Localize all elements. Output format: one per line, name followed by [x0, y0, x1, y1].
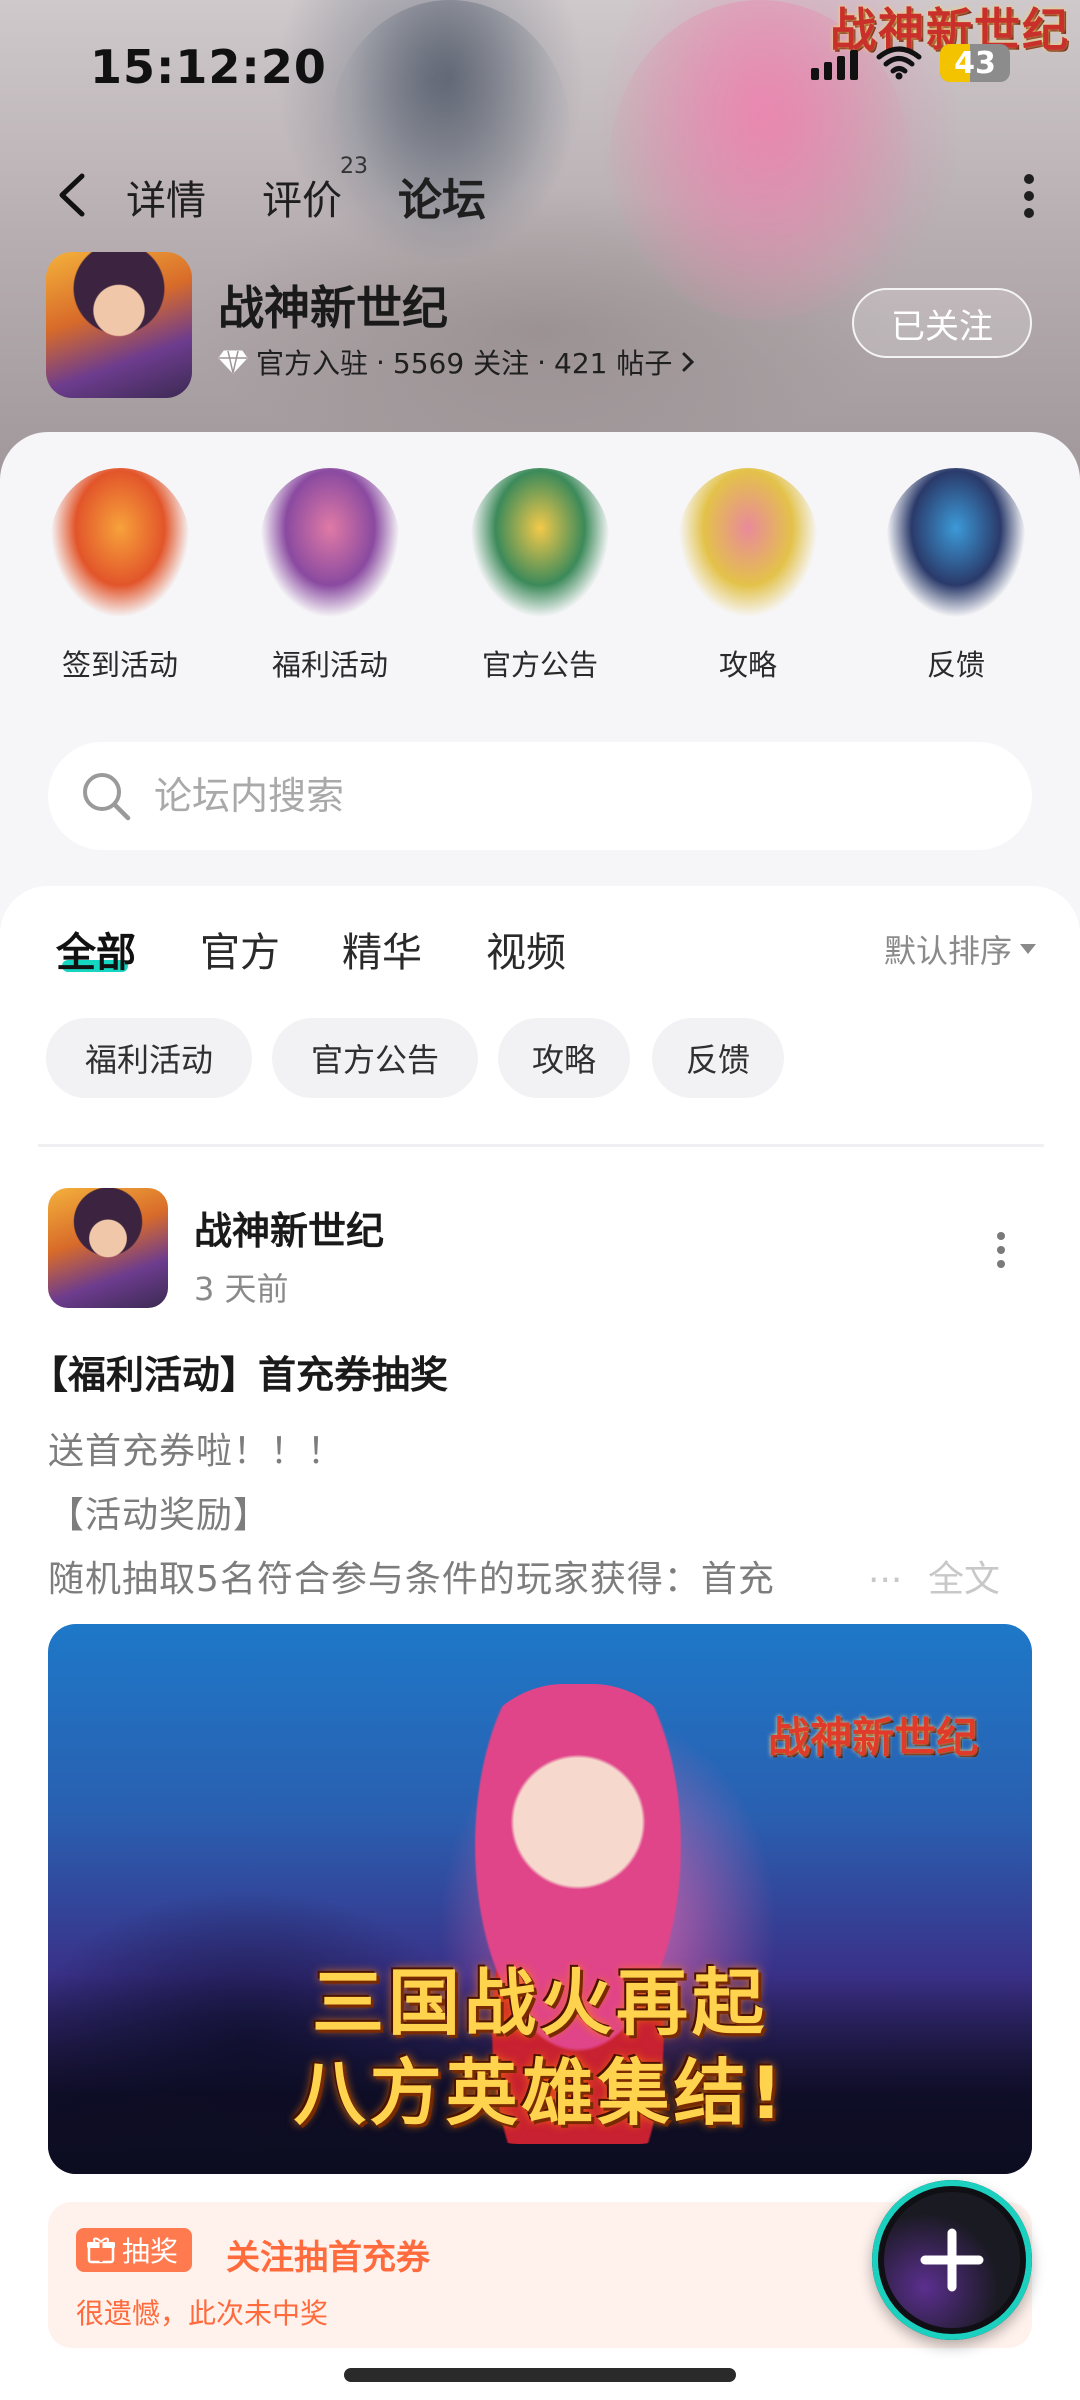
battery-level: 43 [954, 45, 996, 81]
create-post-button-inner [884, 2192, 1020, 2328]
author-avatar[interactable] [48, 1188, 168, 1308]
follow-button[interactable]: 已关注 [852, 288, 1032, 358]
post-banner-image[interactable]: 战神新世纪 三国战火再起 八方英雄集结! [48, 1624, 1032, 2174]
game-icon[interactable] [46, 252, 192, 398]
more-options-icon[interactable] [1024, 174, 1036, 218]
game-name: 战神新世纪 [218, 281, 448, 335]
category-art [886, 468, 1026, 618]
search-input[interactable] [154, 774, 974, 818]
category-art [50, 468, 190, 618]
top-nav: 详情 评价 23 论坛 [0, 154, 1080, 230]
sort-label: 默认排序 [883, 932, 1012, 970]
category-label: 官方公告 [481, 648, 598, 682]
status-icons: 43 [811, 44, 1010, 82]
category-art [678, 468, 818, 618]
feed-tab-official[interactable]: 官方 [200, 920, 280, 978]
banner-logo: 战神新世纪 [768, 1713, 979, 1762]
tab-forum[interactable]: 论坛 [398, 164, 486, 228]
sort-dropdown[interactable]: 默认排序 [884, 926, 1036, 972]
home-indicator [344, 2368, 736, 2382]
lottery-title: 关注抽首充券 [226, 2238, 430, 2278]
category-welfare[interactable]: 福利活动 [250, 468, 410, 684]
divider [38, 1144, 1044, 1147]
diamond-icon [218, 350, 248, 374]
category-row: 签到活动 福利活动 官方公告 攻略 反馈 [0, 468, 1080, 698]
filter-chip-announcement[interactable]: 官方公告 [272, 1018, 478, 1098]
signal-icon [811, 46, 858, 80]
search-icon [83, 773, 131, 821]
back-icon[interactable] [52, 170, 96, 220]
category-signin[interactable]: 签到活动 [40, 468, 200, 684]
status-time: 15:12:20 [90, 40, 327, 94]
plus-icon [920, 2228, 984, 2292]
read-full-link[interactable]: 全文 [928, 1550, 1000, 1602]
category-label: 签到活动 [61, 648, 178, 682]
meta-separator: · [376, 345, 385, 379]
lottery-result: 很遗憾，此次未中奖 [76, 2297, 329, 2330]
tab-detail[interactable]: 详情 [126, 168, 206, 226]
category-art [470, 468, 610, 618]
banner-headline-2: 八方英雄集结! [293, 2051, 787, 2135]
post-author[interactable]: 战神新世纪 [194, 1200, 384, 1255]
caret-down-icon [1020, 944, 1036, 954]
tab-review[interactable]: 评价 [262, 168, 342, 226]
followers-count: 5569 关注 [392, 347, 530, 380]
post-time: 3 天前 [194, 1270, 289, 1308]
category-label: 攻略 [718, 648, 777, 682]
game-meta[interactable]: 官方入驻 · 5569 关注 · 421 帖子 [218, 342, 696, 382]
filter-chip-feedback[interactable]: 反馈 [652, 1018, 784, 1098]
meta-separator: · [537, 345, 546, 379]
excerpt-ellipsis: ... [868, 1550, 903, 1591]
category-feedback[interactable]: 反馈 [876, 468, 1036, 684]
post-title[interactable]: 【福利活动】首充券抽奖 [30, 1344, 448, 1399]
wifi-icon [876, 46, 922, 80]
category-label: 福利活动 [271, 648, 388, 682]
lottery-tag: 抽奖 [76, 2228, 193, 2272]
category-announcement[interactable]: 官方公告 [460, 468, 620, 684]
lottery-tag-label: 抽奖 [122, 2235, 179, 2268]
feed-tab-essence[interactable]: 精华 [342, 920, 422, 978]
filter-chip-welfare[interactable]: 福利活动 [46, 1018, 252, 1098]
category-art [260, 468, 400, 618]
category-guide[interactable]: 攻略 [668, 468, 828, 684]
forum-search-bar[interactable] [48, 742, 1032, 850]
official-badge-label: 官方入驻 [256, 347, 369, 380]
review-count-badge: 23 [340, 154, 368, 179]
post-more-icon[interactable] [996, 1232, 1006, 1268]
category-label: 反馈 [926, 648, 985, 682]
post-excerpt-line: 送首充券啦！！！ [48, 1431, 345, 1472]
feed-tab-all[interactable]: 全部 [56, 920, 136, 978]
create-post-button[interactable] [872, 2180, 1032, 2340]
post-excerpt-line: 【活动奖励】 [48, 1495, 271, 1536]
filter-chip-guide[interactable]: 攻略 [498, 1018, 630, 1098]
posts-count: 421 帖子 [554, 347, 673, 380]
feed-tab-video[interactable]: 视频 [486, 920, 566, 978]
battery-icon: 43 [940, 44, 1010, 82]
gift-icon [87, 2237, 115, 2264]
post-excerpt-line: 随机抽取5名符合参与条件的玩家获得：首充 [48, 1559, 775, 1600]
chevron-right-icon [682, 352, 695, 372]
